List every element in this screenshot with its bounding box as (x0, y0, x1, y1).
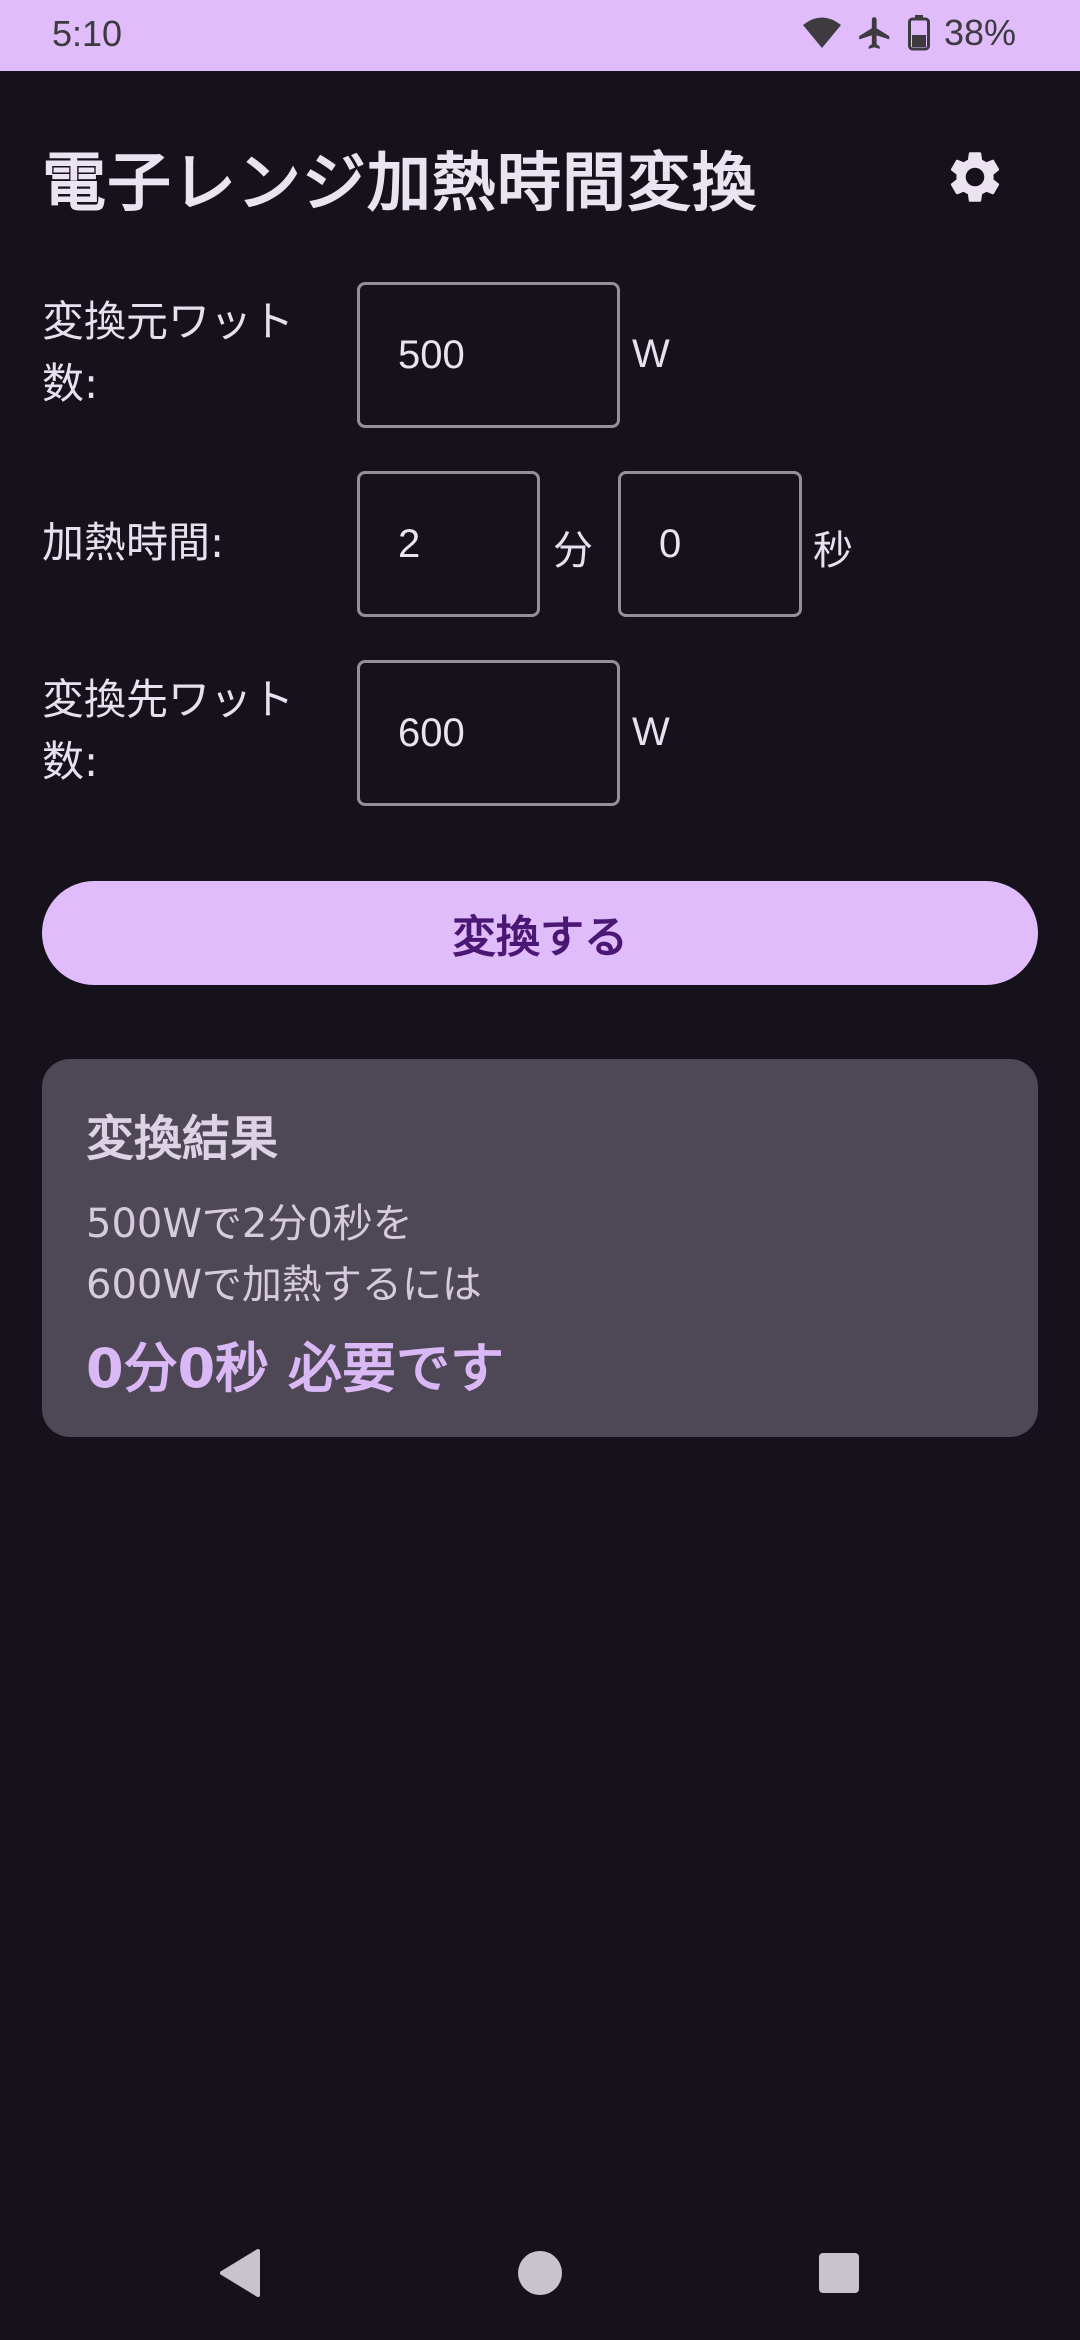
home-button[interactable] (505, 2238, 575, 2308)
target-watt-label: 変換先ワット数: (42, 675, 295, 786)
status-time: 5:10 (52, 13, 123, 54)
status-icons: 38% (802, 12, 1016, 54)
result-emphasis: 0分0秒 必要です (86, 1337, 504, 1400)
seconds-unit: 秒 (813, 529, 853, 573)
back-icon (220, 2249, 260, 2297)
page-title: 電子レンジ加熱時間変換 (42, 147, 757, 221)
result-line-2: 600Wで加熱するには (86, 1262, 482, 1308)
wifi-icon (802, 16, 842, 50)
home-icon (518, 2251, 562, 2295)
convert-button[interactable]: 変換する (42, 881, 1038, 985)
recents-icon (819, 2253, 859, 2293)
minutes-input[interactable] (357, 471, 540, 617)
result-line-1: 500Wで2分0秒を (86, 1201, 413, 1247)
target-watt-unit: W (632, 710, 670, 754)
battery-icon (907, 15, 930, 51)
status-bar: 5:10 38% (0, 0, 1080, 71)
target-watt-input[interactable] (357, 660, 620, 806)
gear-icon (950, 152, 1000, 202)
minutes-unit: 分 (553, 529, 593, 573)
seconds-input[interactable] (618, 471, 802, 617)
back-button[interactable] (205, 2238, 275, 2308)
result-title: 変換結果 (86, 1111, 279, 1167)
airplane-icon (856, 14, 894, 52)
recents-button[interactable] (804, 2238, 874, 2308)
source-watt-input[interactable] (357, 282, 620, 428)
battery-percentage: 38% (943, 12, 1016, 53)
navigation-bar (0, 2204, 1080, 2340)
result-card: 変換結果 500Wで2分0秒を 600Wで加熱するには 0分0秒 必要です (42, 1059, 1038, 1437)
heating-time-label: 加熱時間: (42, 518, 225, 567)
settings-button[interactable] (944, 146, 1006, 208)
source-watt-label: 変換元ワット数: (42, 297, 295, 408)
source-watt-unit: W (632, 332, 670, 376)
